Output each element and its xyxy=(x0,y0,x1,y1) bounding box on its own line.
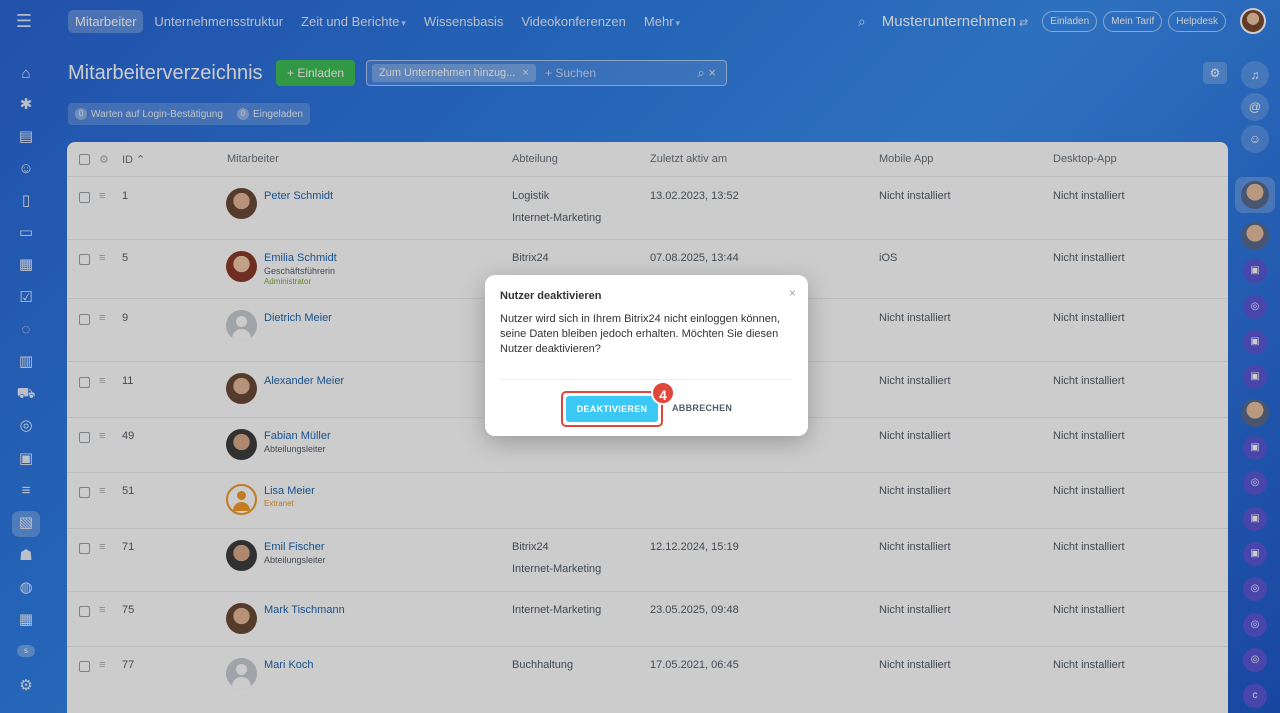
cancel-button[interactable]: ABBRECHEN xyxy=(672,403,732,413)
dialog-title: Nutzer deaktivieren xyxy=(500,290,602,302)
dialog-message: Nutzer wird sich in Ihrem Bitrix24 nicht… xyxy=(500,313,781,355)
divider xyxy=(500,379,793,380)
step-number-badge: 4 xyxy=(651,381,675,405)
deactivate-button[interactable]: DEAKTIVIEREN xyxy=(566,396,658,422)
close-icon[interactable]: × xyxy=(789,286,796,300)
